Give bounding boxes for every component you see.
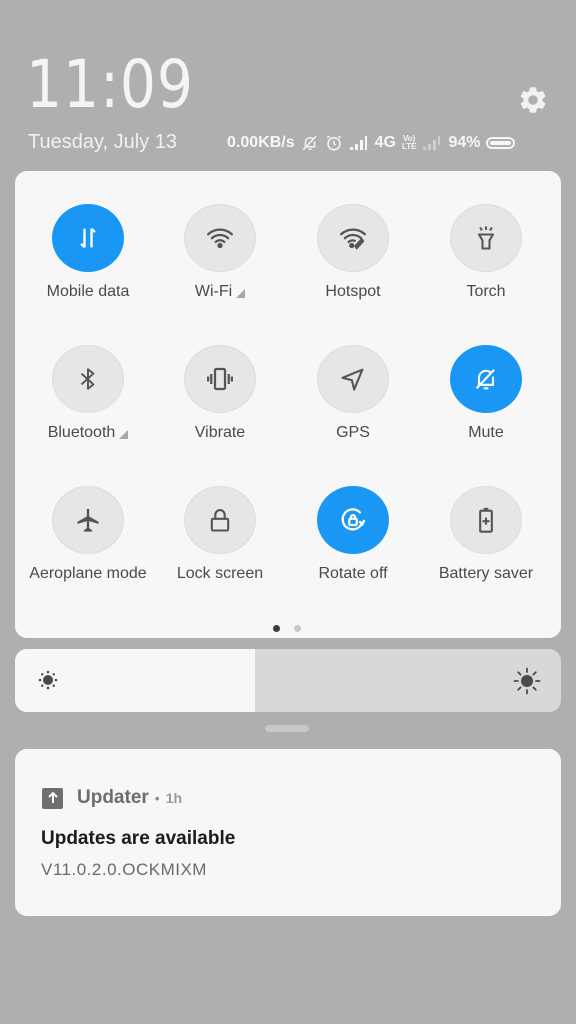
tile-aeroplane-mode[interactable]: Aeroplane mode	[22, 453, 154, 583]
tile-mobile-data[interactable]: Mobile data	[22, 171, 154, 301]
wifi-icon	[207, 228, 233, 249]
page-dot-active[interactable]	[273, 625, 280, 632]
volte-indicator: Vo) LTE	[401, 134, 417, 151]
tile-mute[interactable]: Mute	[420, 312, 552, 442]
network-type: 4G	[374, 134, 396, 151]
tile-label: Mute	[468, 424, 504, 441]
tile-hotspot[interactable]: Hotspot	[287, 171, 419, 301]
tile-battery-saver[interactable]: Battery saver	[420, 453, 552, 583]
drag-handle[interactable]	[265, 725, 309, 732]
date[interactable]: Tuesday, July 13	[28, 131, 177, 154]
signal-icon-dim	[422, 135, 442, 151]
quick-settings-panel: Mobile data Wi-Fi Hotspot Torch Bluetoot…	[15, 171, 561, 638]
tile-label: Bluetooth	[47, 424, 116, 441]
brightness-low-icon	[38, 670, 58, 690]
tile-label: Rotate off	[318, 565, 388, 582]
notification-card[interactable]: Updater • 1h Updates are available V11.0…	[15, 749, 561, 916]
notification-header: Updater • 1h	[42, 787, 182, 809]
gps-icon	[341, 368, 364, 391]
separator: •	[154, 790, 160, 806]
settings-button[interactable]	[515, 82, 551, 118]
expand-indicator-icon[interactable]	[236, 289, 246, 298]
network-speed: 0.00KB/s	[227, 134, 295, 151]
notification-app-name: Updater	[77, 787, 149, 808]
expand-indicator-icon[interactable]	[119, 430, 129, 439]
battery-percent: 94%	[448, 134, 481, 151]
notification-time: 1h	[165, 790, 183, 806]
tile-label: GPS	[336, 424, 370, 441]
tile-bluetooth[interactable]: Bluetooth	[22, 312, 154, 442]
battery-icon	[486, 136, 516, 150]
tile-label: Hotspot	[325, 283, 381, 300]
battery-saver-icon	[479, 507, 493, 533]
tile-label: Vibrate	[194, 424, 246, 441]
hotspot-icon	[340, 228, 366, 250]
tile-wifi[interactable]: Wi-Fi	[154, 171, 286, 301]
tile-label: Lock screen	[176, 565, 264, 582]
page-indicator	[273, 625, 301, 632]
tile-label: Wi-Fi	[194, 283, 233, 300]
rotate-lock-icon	[341, 508, 366, 531]
signal-icon	[349, 135, 369, 151]
upload-arrow-icon	[42, 787, 63, 809]
tile-label: Mobile data	[46, 283, 130, 300]
airplane-icon	[77, 508, 99, 532]
gear-icon	[520, 87, 546, 113]
torch-icon	[477, 226, 495, 250]
tile-rotate-off[interactable]: Rotate off	[287, 453, 419, 583]
clock[interactable]: 11:09	[26, 52, 194, 118]
alarm-icon	[325, 134, 343, 152]
tile-label: Torch	[466, 283, 506, 300]
brightness-high-icon	[513, 667, 541, 695]
bluetooth-icon	[80, 368, 95, 390]
tile-gps[interactable]: GPS	[287, 312, 419, 442]
tile-lock-screen[interactable]: Lock screen	[154, 453, 286, 583]
bell-off-icon	[301, 134, 319, 152]
lock-icon	[210, 509, 230, 532]
mobile-data-icon	[80, 227, 96, 249]
vibrate-icon	[207, 367, 233, 391]
status-bar: 0.00KB/s 4G Vo) LTE 94%	[227, 131, 516, 155]
tile-vibrate[interactable]: Vibrate	[154, 312, 286, 442]
tile-torch[interactable]: Torch	[420, 171, 552, 301]
tile-label: Battery saver	[438, 565, 534, 582]
brightness-slider[interactable]	[15, 649, 561, 712]
tile-label: Aeroplane mode	[29, 565, 147, 582]
notification-body: V11.0.2.0.OCKMIXM	[41, 860, 207, 879]
bell-off-icon	[475, 368, 495, 390]
page-dot[interactable]	[294, 625, 301, 632]
notification-title: Updates are available	[41, 828, 236, 849]
notification-shade: 11:09 Tuesday, July 13 0.00KB/s 4G Vo) L…	[0, 0, 576, 1024]
